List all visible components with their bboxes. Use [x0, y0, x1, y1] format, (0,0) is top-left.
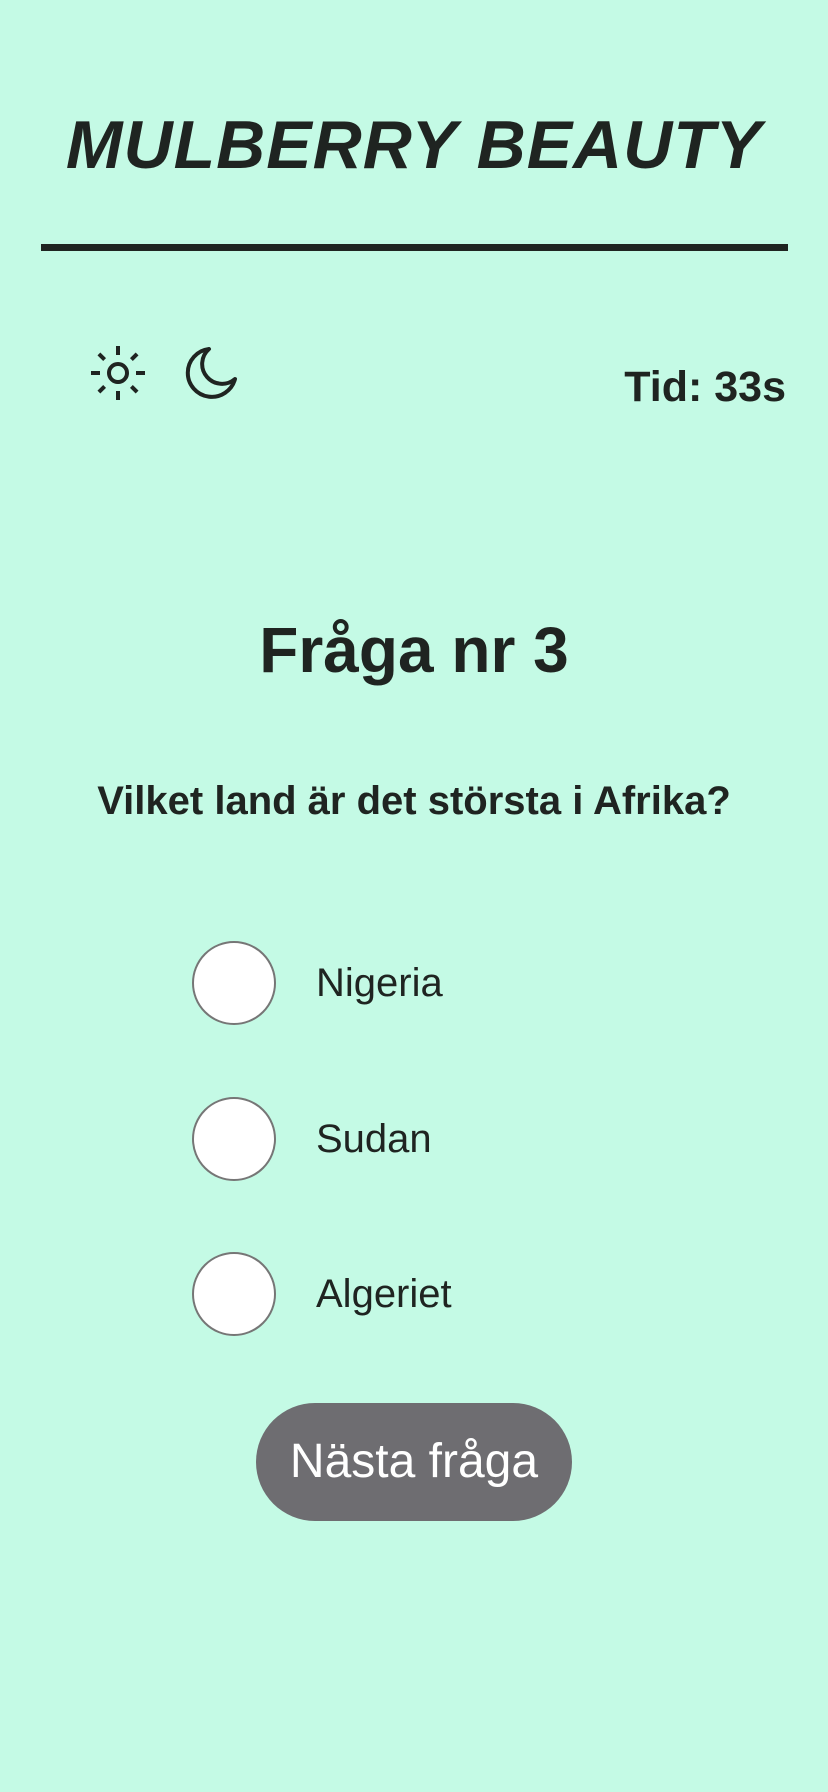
question-number: Fråga nr 3: [259, 614, 569, 686]
answer-option-sudan[interactable]: Sudan: [192, 1095, 432, 1183]
answer-radio[interactable]: [192, 941, 276, 1025]
light-theme-button[interactable]: [88, 343, 148, 403]
answer-label: Sudan: [316, 1117, 432, 1161]
answer-label: Nigeria: [316, 961, 443, 1005]
answer-option-nigeria[interactable]: Nigeria: [192, 939, 443, 1027]
answer-option-algeriet[interactable]: Algeriet: [192, 1250, 452, 1338]
timer: Tid: 33s: [624, 363, 786, 411]
brand-title: MULBERRY BEAUTY: [65, 107, 763, 183]
sun-icon: [91, 346, 145, 400]
answer-radio[interactable]: [192, 1097, 276, 1181]
question-text: Vilket land är det största i Afrika?: [97, 779, 731, 823]
answer-radio[interactable]: [192, 1252, 276, 1336]
moon-icon: [185, 347, 237, 399]
dark-theme-button[interactable]: [181, 343, 241, 403]
header-divider: [41, 244, 788, 251]
answer-label: Algeriet: [316, 1272, 452, 1316]
next-question-button[interactable]: Nästa fråga: [256, 1403, 572, 1521]
